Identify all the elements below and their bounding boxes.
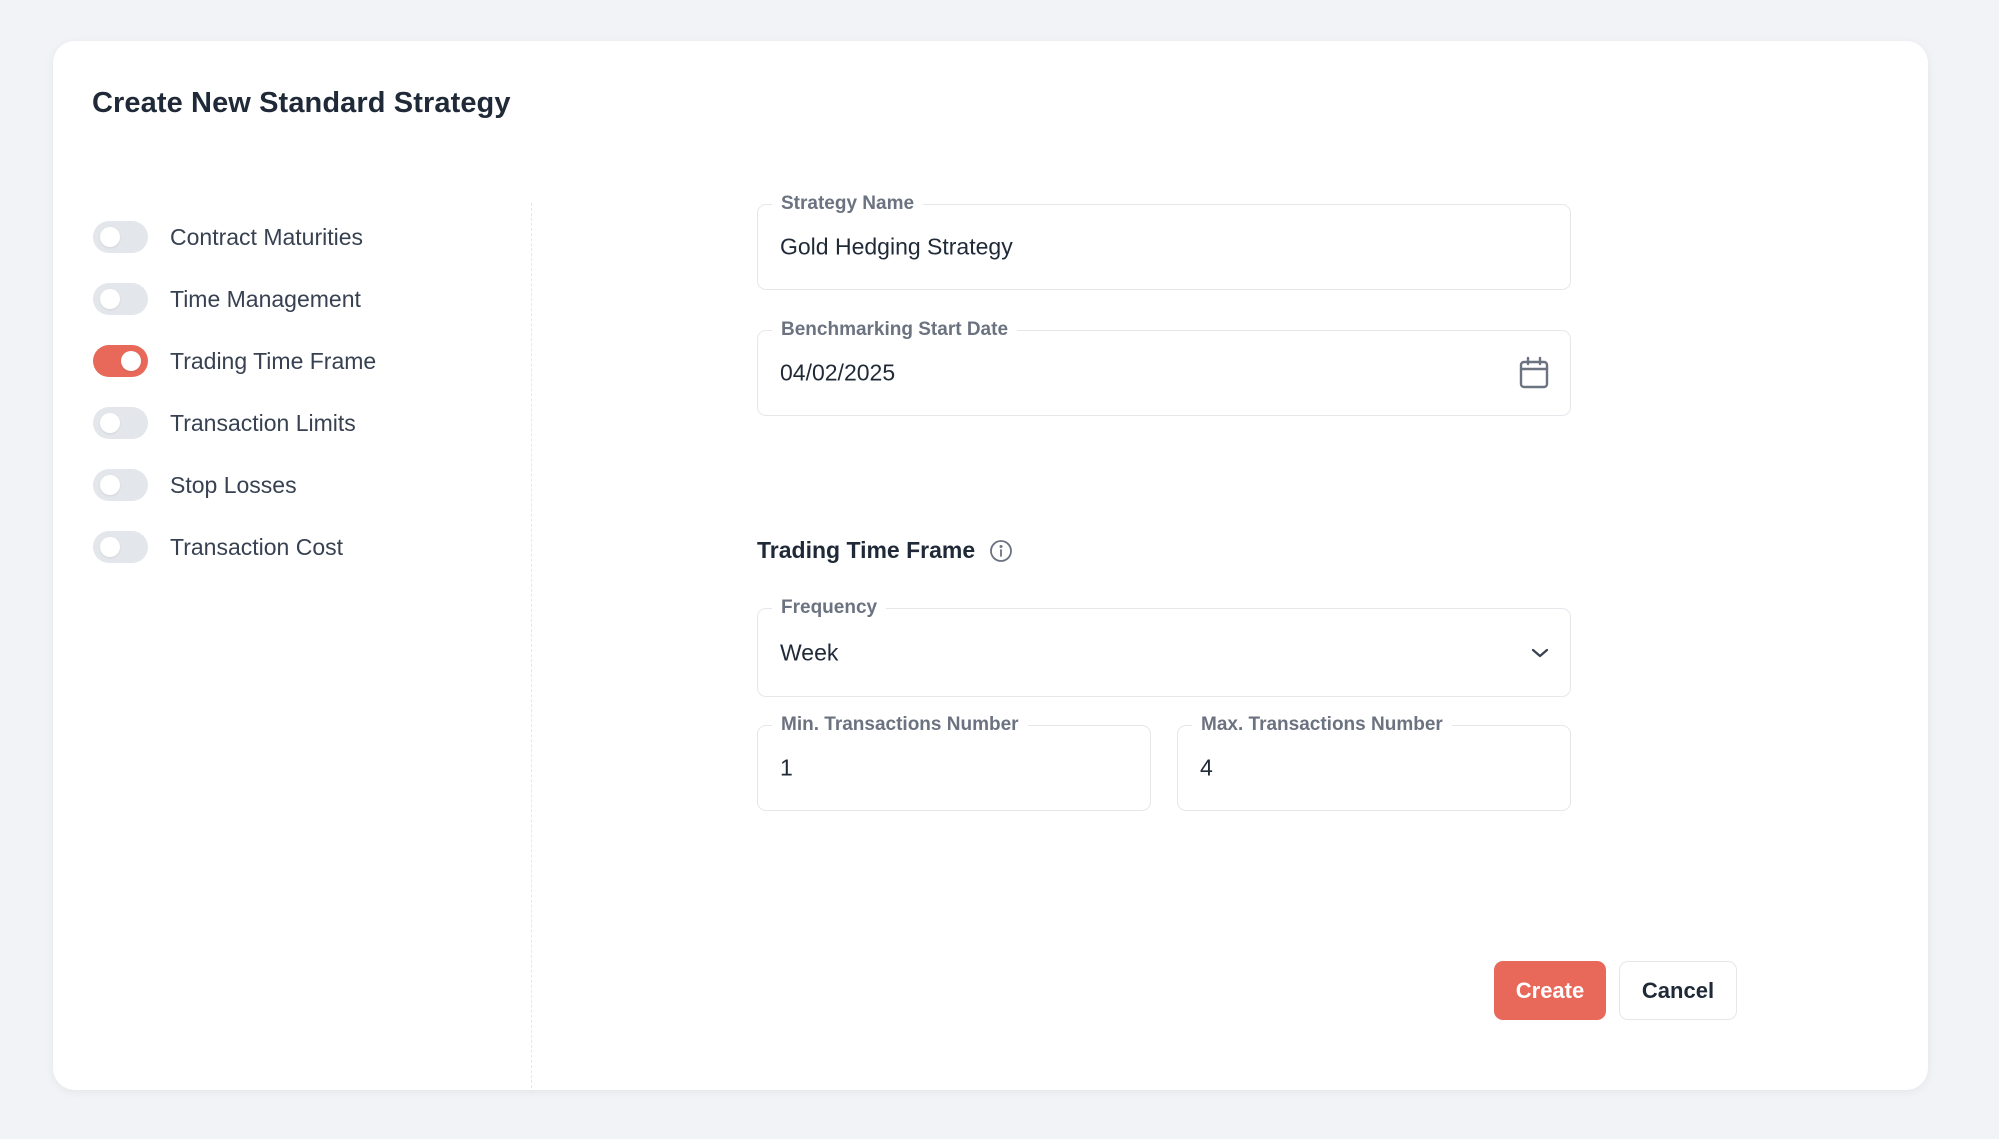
strategy-name-label: Strategy Name (772, 192, 924, 216)
chevron-down-icon[interactable] (1530, 647, 1550, 659)
calendar-icon[interactable] (1518, 356, 1550, 390)
max-transactions-label: Max. Transactions Number (1192, 713, 1452, 737)
toggle-label: Time Management (170, 285, 361, 312)
create-button[interactable]: Create (1494, 961, 1606, 1020)
min-transactions-field[interactable]: Min. Transactions Number 1 (757, 713, 1151, 811)
toggle-knob (100, 475, 120, 495)
toggle-label: Trading Time Frame (170, 347, 377, 374)
toggle-label: Transaction Limits (170, 409, 356, 436)
dialog-title: Create New Standard Strategy (92, 87, 511, 119)
toggle-knob (121, 351, 141, 371)
toggle-knob (100, 289, 120, 309)
toggle-switch[interactable] (93, 407, 148, 439)
create-strategy-dialog: Create New Standard Strategy Contract Ma… (53, 41, 1928, 1093)
toggle-stop-losses[interactable]: Stop Losses (93, 464, 376, 506)
toggle-transaction-limits[interactable]: Transaction Limits (93, 402, 376, 444)
start-date-field[interactable]: Benchmarking Start Date 04/02/2025 (757, 318, 1571, 416)
trading-time-frame-heading: Trading Time Frame (757, 537, 1013, 564)
toggle-contract-maturities[interactable]: Contract Maturities (93, 216, 376, 258)
min-transactions-value: 1 (780, 754, 793, 781)
toggle-label: Transaction Cost (170, 533, 343, 560)
toggle-switch[interactable] (93, 345, 148, 377)
strategy-name-value: Gold Hedging Strategy (780, 233, 1013, 260)
frequency-value: Week (780, 639, 839, 665)
start-date-value: 04/02/2025 (780, 359, 896, 386)
toggle-switch[interactable] (93, 221, 148, 253)
toggle-time-management[interactable]: Time Management (93, 278, 376, 320)
feature-toggle-list: Contract Maturities Time Management Trad… (93, 216, 376, 588)
start-date-label: Benchmarking Start Date (772, 318, 1018, 342)
column-divider (531, 203, 532, 1093)
toggle-label: Contract Maturities (170, 223, 364, 250)
toggle-trading-time-frame[interactable]: Trading Time Frame (93, 340, 376, 382)
toggle-knob (100, 537, 120, 557)
toggle-switch[interactable] (93, 283, 148, 315)
toggle-knob (100, 227, 120, 247)
toggle-knob (100, 413, 120, 433)
frequency-label: Frequency (772, 596, 887, 620)
toggle-transaction-cost[interactable]: Transaction Cost (93, 526, 376, 568)
info-icon[interactable] (989, 539, 1013, 563)
toggle-switch[interactable] (93, 469, 148, 501)
section-title: Trading Time Frame (757, 537, 976, 563)
max-transactions-field[interactable]: Max. Transactions Number 4 (1177, 713, 1571, 811)
max-transactions-value: 4 (1200, 754, 1213, 781)
cancel-button[interactable]: Cancel (1619, 961, 1737, 1020)
toggle-switch[interactable] (93, 531, 148, 563)
frequency-select[interactable]: Frequency Week (757, 596, 1571, 697)
strategy-name-field[interactable]: Strategy Name Gold Hedging Strategy (757, 192, 1571, 290)
min-transactions-label: Min. Transactions Number (772, 713, 1028, 737)
toggle-label: Stop Losses (170, 471, 297, 498)
